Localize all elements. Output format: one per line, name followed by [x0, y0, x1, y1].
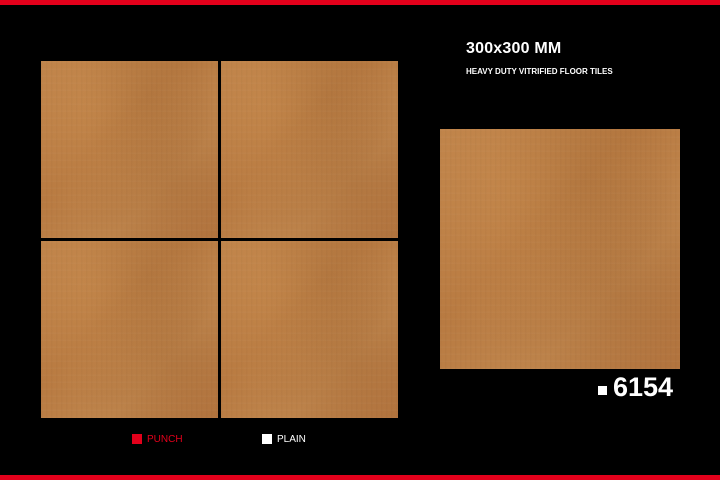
- legend-item-plain: PLAIN: [262, 432, 306, 446]
- product-code: 6154: [598, 371, 673, 403]
- tile-grid-top-left: [41, 61, 218, 238]
- tile-grid-bottom-left: [41, 241, 218, 418]
- legend-item-punch: PUNCH: [132, 432, 183, 446]
- product-code-text: 6154: [613, 372, 674, 402]
- tile-grid-bottom-right: [221, 241, 398, 418]
- bottom-accent-bar: [0, 475, 720, 480]
- punch-swatch-icon: [132, 434, 142, 444]
- tile-description: HEAVY DUTY VITRIFIED FLOOR TILES: [466, 67, 613, 76]
- legend-label-punch: PUNCH: [147, 433, 183, 445]
- plain-swatch-icon: [262, 434, 272, 444]
- top-accent-bar: [0, 0, 720, 5]
- single-tile-preview: [440, 129, 680, 369]
- tile-grid-top-right: [221, 61, 398, 238]
- code-bullet-icon: [598, 385, 607, 395]
- legend-label-plain: PLAIN: [277, 433, 306, 445]
- tile-size-title: 300x300 MM: [466, 40, 562, 57]
- tile-catalog-page: 300x300 MM HEAVY DUTY VITRIFIED FLOOR TI…: [0, 0, 720, 480]
